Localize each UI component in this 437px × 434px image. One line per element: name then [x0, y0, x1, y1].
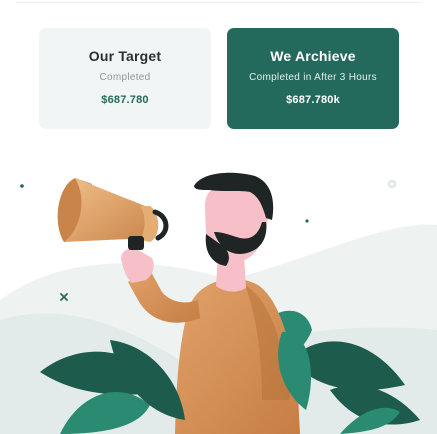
- target-card: Our Target Completed $687.780: [39, 28, 211, 129]
- top-divider: [16, 2, 421, 3]
- achieve-card-amount: $687.780k: [286, 94, 340, 106]
- dot-deco-right: [305, 219, 309, 223]
- dot-deco-left: [20, 184, 24, 188]
- megaphone-icon: [57, 178, 169, 250]
- target-card-title: Our Target: [88, 48, 162, 64]
- achieve-card: We Archieve Completed in After 3 Hours $…: [227, 28, 399, 129]
- ring-deco: [388, 180, 396, 188]
- achieve-card-subtitle: Completed in After 3 Hours: [249, 72, 377, 83]
- achieve-card-title: We Archieve: [270, 48, 356, 64]
- target-card-subtitle: Completed: [99, 72, 151, 83]
- target-card-amount: $687.780: [101, 94, 149, 106]
- page: Our Target Completed $687.780 We Archiev…: [0, 0, 437, 434]
- megaphone-person-illustration: [0, 172, 437, 434]
